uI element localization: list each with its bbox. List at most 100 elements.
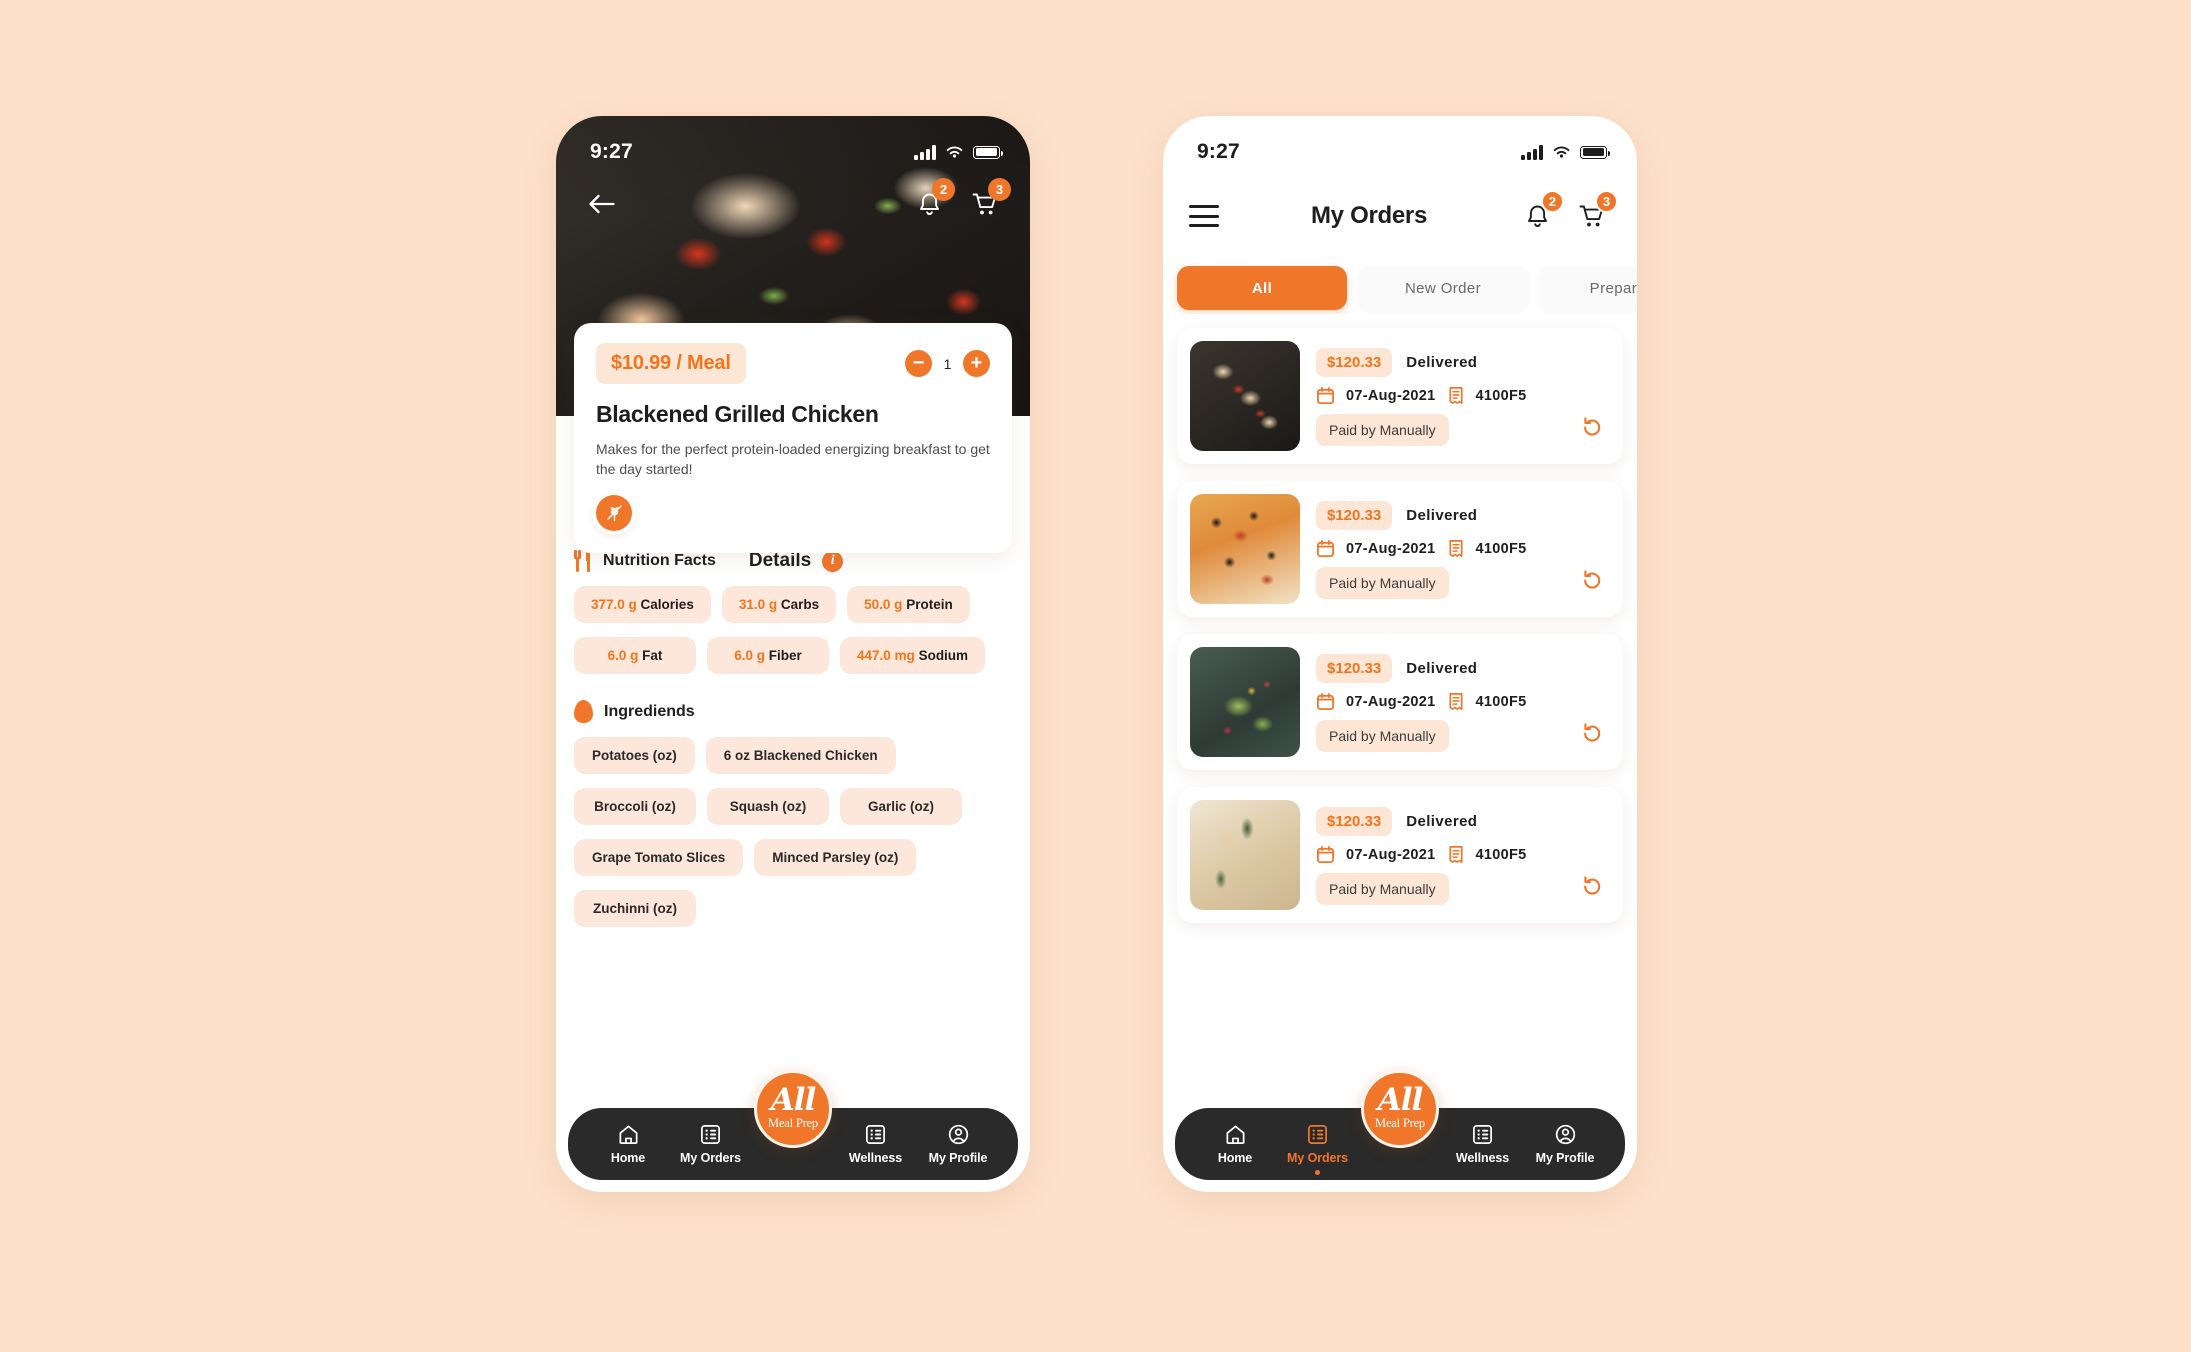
ingredient-row: Zuchinni (oz) bbox=[574, 890, 1012, 927]
calendar-icon bbox=[1316, 539, 1335, 558]
nav-label: Home bbox=[610, 1151, 646, 1165]
ingredients-header: Ingrediends bbox=[574, 700, 1012, 723]
nutrition-facts-chips: 6.0 g Fat 6.0 g Fiber 447.0 mg Sodium bbox=[574, 637, 1012, 674]
tab-new-order[interactable]: New Order bbox=[1358, 266, 1528, 310]
nutrition-value: 50.0 g bbox=[864, 597, 903, 612]
order-card[interactable]: $120.33 Delivered 07-Aug-2021 4100F5 Pai… bbox=[1177, 787, 1623, 923]
nav-item-home[interactable]: Home bbox=[590, 1123, 666, 1165]
list-icon bbox=[701, 1125, 720, 1144]
tab-preparing[interactable]: Preparing bbox=[1539, 266, 1637, 310]
nutrition-label: Fat bbox=[642, 648, 663, 663]
details-label: Details bbox=[748, 550, 812, 571]
order-status: Delivered bbox=[1406, 507, 1478, 524]
nav-label: My Orders bbox=[680, 1151, 741, 1165]
order-payment-row: Paid by Manually bbox=[1316, 414, 1610, 446]
active-tab-indicator bbox=[1315, 1170, 1320, 1175]
notifications-button[interactable]: 2 bbox=[910, 178, 955, 223]
nutrition-chip: 6.0 g Fat bbox=[574, 637, 696, 674]
reorder-icon[interactable] bbox=[1580, 569, 1604, 598]
user-circle-icon bbox=[948, 1124, 968, 1145]
order-id: 4100F5 bbox=[1475, 540, 1527, 557]
hamburger-menu-icon[interactable] bbox=[1189, 205, 1219, 227]
increment-button[interactable]: + bbox=[963, 350, 990, 377]
status-bar-icons bbox=[1521, 145, 1610, 160]
nutrition-label: Carbs bbox=[780, 597, 820, 612]
nav-label: Wellness bbox=[848, 1151, 903, 1165]
ingredient-chip: 6 oz Blackened Chicken bbox=[705, 737, 896, 774]
notifications-button[interactable]: 2 bbox=[1519, 190, 1564, 235]
user-circle-icon bbox=[1555, 1124, 1575, 1145]
logo-wordmark: All bbox=[1377, 1082, 1424, 1119]
ingredient-row: Grape Tomato Slices Minced Parsley (oz) bbox=[574, 839, 1012, 876]
info-icon[interactable]: i bbox=[822, 550, 844, 572]
order-card[interactable]: $120.33 Delivered 07-Aug-2021 4100F5 Pai… bbox=[1177, 634, 1623, 770]
signal-icon bbox=[1521, 145, 1543, 160]
status-bar-time: 9:27 bbox=[590, 140, 633, 163]
order-date: 07-Aug-2021 bbox=[1346, 846, 1436, 863]
nav-item-my-orders[interactable]: My Orders bbox=[673, 1123, 749, 1165]
order-info: $120.33 Delivered 07-Aug-2021 4100F5 Pai… bbox=[1316, 647, 1610, 757]
nav-item-home[interactable]: Home bbox=[1197, 1123, 1273, 1165]
order-status: Delivered bbox=[1406, 354, 1478, 371]
status-bar: 9:27 bbox=[556, 116, 1030, 174]
order-payment-row: Paid by Manually bbox=[1316, 720, 1610, 752]
signal-icon bbox=[914, 145, 936, 160]
receipt-icon bbox=[1448, 846, 1463, 863]
order-amount: $120.33 bbox=[1316, 501, 1393, 530]
back-arrow-icon[interactable] bbox=[582, 185, 620, 223]
phone-my-orders: 9:27 My Orders 2 3 All New Order Prepar … bbox=[1163, 116, 1637, 1192]
meal-detail-body: Nutrition Facts Details i 377.0 g Calori… bbox=[556, 538, 1030, 1096]
status-bar: 9:27 bbox=[1163, 116, 1637, 174]
brand-logo-button[interactable]: All Meal Prep bbox=[1361, 1070, 1439, 1148]
order-payment-row: Paid by Manually bbox=[1316, 567, 1610, 599]
fork-knife-icon bbox=[574, 550, 592, 572]
order-status: Delivered bbox=[1406, 660, 1478, 677]
calendar-icon bbox=[1316, 692, 1335, 711]
cart-button[interactable]: 3 bbox=[1573, 190, 1618, 235]
order-card[interactable]: $120.33 Delivered 07-Aug-2021 4100F5 Pai… bbox=[1177, 481, 1623, 617]
reorder-icon[interactable] bbox=[1580, 875, 1604, 904]
reorder-icon[interactable] bbox=[1580, 722, 1604, 751]
order-date: 07-Aug-2021 bbox=[1346, 387, 1436, 404]
cart-badge: 3 bbox=[1594, 190, 1618, 213]
decrement-button[interactable]: − bbox=[905, 350, 932, 377]
brand-logo-button[interactable]: All Meal Prep bbox=[754, 1070, 832, 1148]
order-payment-method: Paid by Manually bbox=[1316, 720, 1449, 752]
logo-tagline: Meal Prep bbox=[1375, 1115, 1425, 1130]
order-date: 07-Aug-2021 bbox=[1346, 540, 1436, 557]
ingredient-chip: Minced Parsley (oz) bbox=[754, 839, 917, 876]
nutrition-value: 377.0 g bbox=[591, 597, 637, 612]
nutrition-facts-label: Nutrition Facts bbox=[603, 552, 716, 569]
ingredients-label: Ingrediends bbox=[604, 702, 695, 720]
nav-item-wellness[interactable]: Wellness bbox=[1445, 1123, 1521, 1165]
hero-action-bar: 2 3 bbox=[556, 178, 1030, 226]
order-amount: $120.33 bbox=[1316, 807, 1393, 836]
meal-description: Makes for the perfect protein-loaded ene… bbox=[596, 441, 990, 478]
order-id: 4100F5 bbox=[1475, 846, 1527, 863]
home-icon bbox=[1225, 1125, 1245, 1144]
order-meta-row: 07-Aug-2021 4100F5 bbox=[1316, 386, 1610, 405]
nav-label: My Profile bbox=[928, 1151, 988, 1165]
tab-all[interactable]: All bbox=[1177, 266, 1347, 310]
nav-label: My Orders bbox=[1287, 1151, 1348, 1165]
order-card[interactable]: $120.33 Delivered 07-Aug-2021 4100F5 Pai… bbox=[1177, 328, 1623, 464]
order-info: $120.33 Delivered 07-Aug-2021 4100F5 Pai… bbox=[1316, 494, 1610, 604]
nutrition-value: 447.0 mg bbox=[857, 648, 915, 663]
nav-item-wellness[interactable]: Wellness bbox=[838, 1123, 914, 1165]
nutrition-value: 6.0 g bbox=[607, 648, 639, 663]
nutrition-label: Fiber bbox=[768, 648, 802, 663]
orders-header-actions: 2 3 bbox=[1519, 190, 1618, 235]
nutrition-label: Sodium bbox=[918, 648, 969, 663]
logo-tagline: Meal Prep bbox=[768, 1115, 818, 1130]
nav-item-my-profile[interactable]: My Profile bbox=[920, 1123, 996, 1165]
reorder-icon[interactable] bbox=[1580, 416, 1604, 445]
nav-item-my-orders[interactable]: My Orders bbox=[1280, 1123, 1356, 1175]
order-info: $120.33 Delivered 07-Aug-2021 4100F5 Pai… bbox=[1316, 800, 1610, 910]
receipt-icon bbox=[1448, 540, 1463, 557]
home-icon bbox=[618, 1125, 638, 1144]
nutrition-label: Calories bbox=[640, 597, 694, 612]
nav-label: My Profile bbox=[1535, 1151, 1595, 1165]
cart-button[interactable]: 3 bbox=[966, 178, 1011, 223]
nav-item-my-profile[interactable]: My Profile bbox=[1527, 1123, 1603, 1165]
status-bar-time: 9:27 bbox=[1197, 140, 1240, 163]
